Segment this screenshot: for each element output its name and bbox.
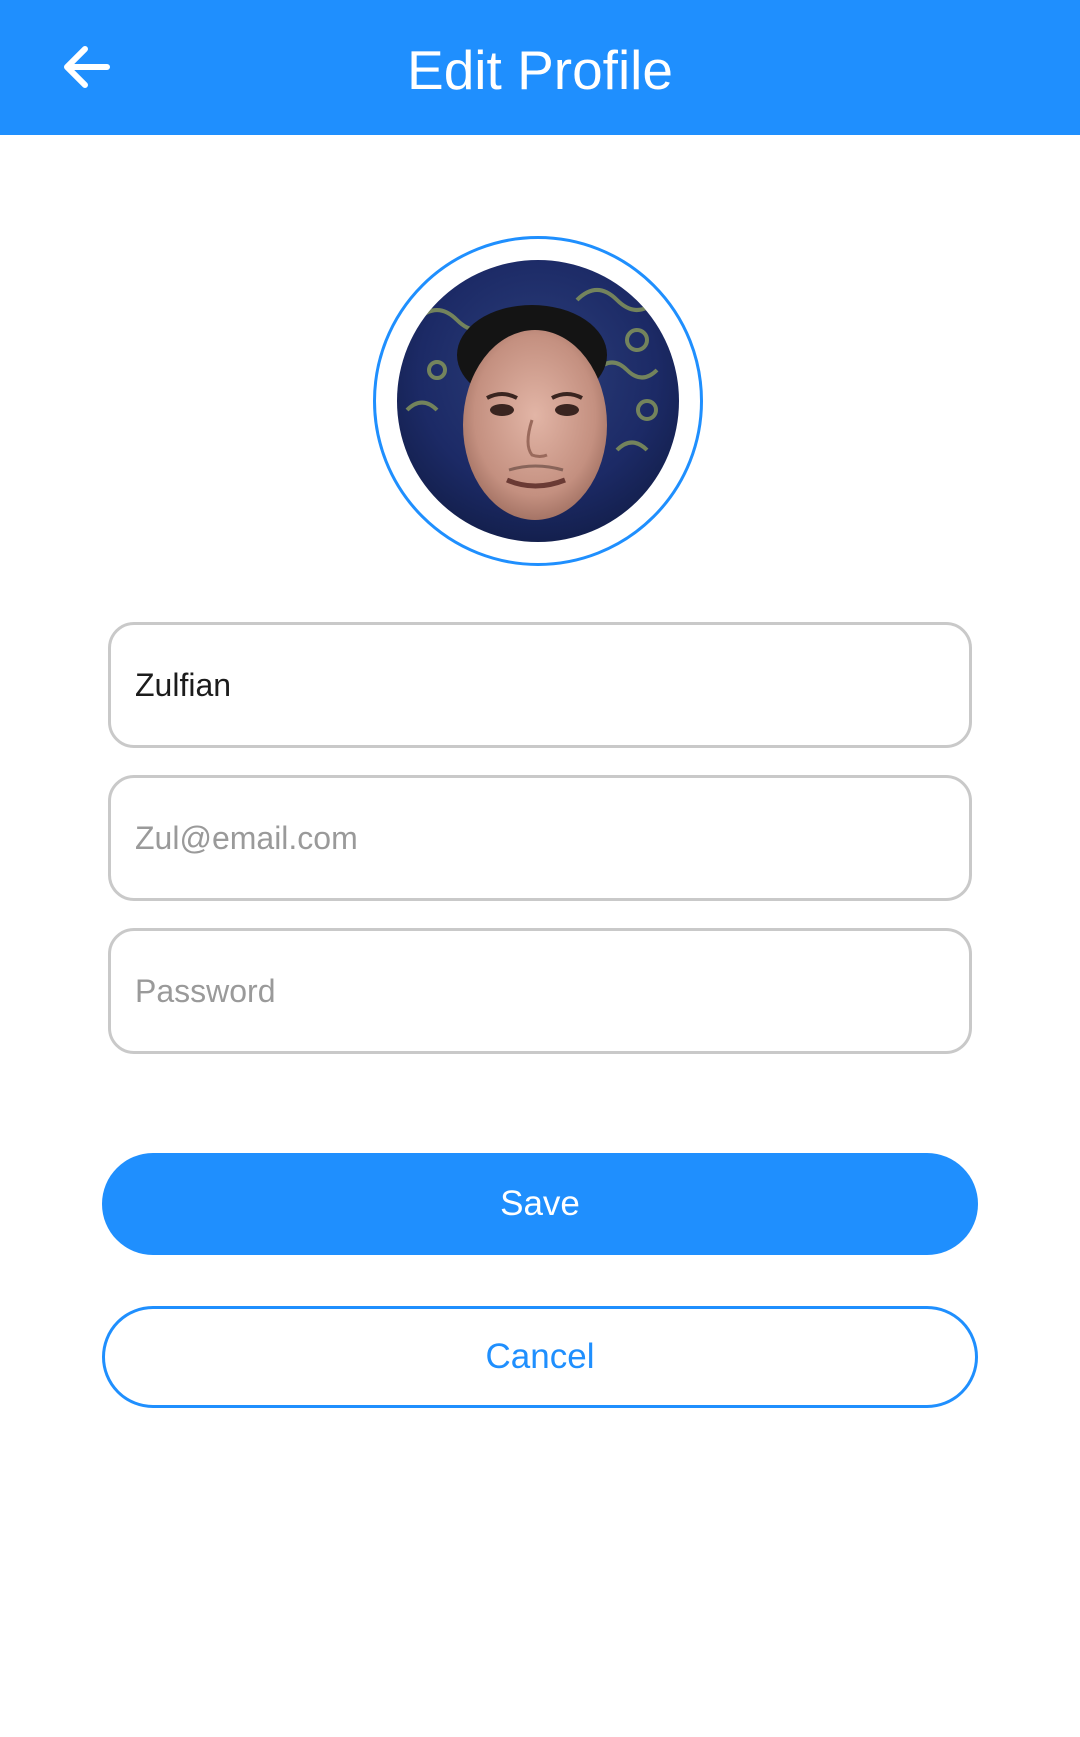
cancel-button[interactable]: Cancel [102,1306,978,1408]
save-button[interactable]: Save [102,1153,978,1255]
name-field[interactable] [108,622,972,748]
email-input[interactable] [111,778,969,898]
password-input[interactable] [111,931,969,1051]
save-button-label: Save [500,1184,580,1223]
app-bar: Edit Profile [0,0,1080,135]
email-field[interactable] [108,775,972,901]
password-field[interactable] [108,928,972,1054]
avatar-picker[interactable] [373,236,703,566]
page-title: Edit Profile [407,39,673,101]
avatar [397,260,679,542]
cancel-button-label: Cancel [485,1337,595,1376]
user-photo-icon [397,260,679,542]
name-input[interactable] [111,625,969,745]
